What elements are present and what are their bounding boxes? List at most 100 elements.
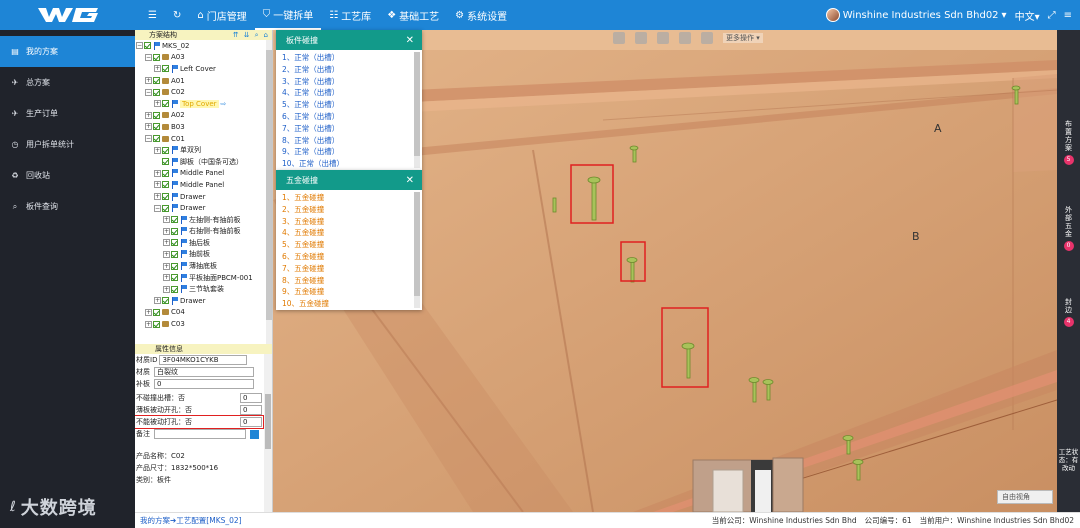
expand-icon[interactable]: + — [154, 193, 161, 201]
remark-field[interactable] — [154, 429, 246, 439]
collapse-icon[interactable]: − — [136, 42, 143, 50]
checkbox[interactable] — [162, 169, 169, 177]
tree-node[interactable]: + Middle Panel — [135, 168, 272, 180]
external-hardware-tab[interactable]: 外部五金 0 — [1057, 206, 1080, 251]
checkbox[interactable] — [171, 239, 178, 247]
expand-icon[interactable]: + — [145, 308, 152, 316]
checkbox[interactable] — [153, 320, 160, 328]
patch-field[interactable]: 0 — [154, 379, 254, 389]
expand-icon[interactable]: + — [154, 146, 161, 154]
expand-icon[interactable]: + — [145, 123, 152, 131]
list-item[interactable]: 1、五金碰撞 — [282, 192, 422, 204]
checkbox[interactable] — [162, 65, 169, 73]
breadcrumb-my-plans[interactable]: 我的方案 — [140, 516, 170, 525]
expand-icon[interactable]: + — [154, 297, 161, 305]
tree-node[interactable]: − C02 — [135, 86, 272, 98]
tree-node[interactable]: − Drawer — [135, 202, 272, 214]
breadcrumb-process-config[interactable]: 工艺配置[MKS_02] — [176, 516, 241, 525]
search-icon[interactable]: ⌕ — [255, 31, 259, 40]
checkbox[interactable] — [171, 216, 178, 224]
collapse-icon[interactable]: − — [145, 135, 152, 143]
checkbox[interactable] — [171, 227, 178, 235]
edge-banding-tab[interactable]: 封边 4 — [1057, 298, 1080, 327]
list-item[interactable]: 8、五金碰撞 — [282, 275, 422, 287]
edit-icon[interactable] — [250, 429, 259, 439]
list-item[interactable]: 7、五金碰撞 — [282, 263, 422, 275]
checkbox[interactable] — [153, 111, 160, 119]
user-menu[interactable]: Winshine Industries Sdn Bhd02 ▾ — [825, 8, 1007, 22]
tree-node[interactable]: 脚板（中国条可选） — [135, 156, 272, 168]
menu-toggle-button[interactable]: ☰ — [140, 0, 165, 30]
scroll-thumb[interactable] — [414, 52, 420, 156]
list-item[interactable]: 8、正常（出槽） — [282, 135, 422, 147]
list-item[interactable]: 9、正常（出槽） — [282, 146, 422, 158]
box-view-icon[interactable] — [613, 32, 625, 44]
lightning-icon[interactable] — [701, 32, 713, 44]
list-item[interactable]: 3、五金碰撞 — [282, 216, 422, 228]
checkbox[interactable] — [171, 274, 178, 282]
expand-icon[interactable]: + — [154, 100, 161, 108]
expand-icon[interactable]: + — [154, 65, 161, 73]
tree-node[interactable]: − A03 — [135, 52, 272, 64]
list-item[interactable]: 2、五金碰撞 — [282, 204, 422, 216]
checkbox[interactable] — [162, 204, 169, 212]
tree-node[interactable]: + B03 — [135, 121, 272, 133]
tree-node[interactable]: + 单双列 — [135, 144, 272, 156]
expand-icon[interactable]: + — [163, 285, 170, 293]
list-item[interactable]: 5、五金碰撞 — [282, 239, 422, 251]
tree-node[interactable]: + C03 — [135, 318, 272, 330]
tree-node[interactable]: + 平板抽面PBCM-001 — [135, 272, 272, 284]
list-item[interactable]: 7、正常（出槽） — [282, 123, 422, 135]
checkbox[interactable] — [162, 100, 169, 108]
nav-system-settings[interactable]: ⚙ 系统设置 — [447, 0, 515, 30]
layers-icon[interactable] — [657, 32, 669, 44]
tree-node[interactable]: + Drawer — [135, 191, 272, 203]
sidebar-item-total-plans[interactable]: ✈ 总方案 — [0, 67, 135, 98]
tree-node[interactable]: + C04 — [135, 307, 272, 319]
checkbox[interactable] — [153, 77, 160, 85]
expand-icon[interactable]: + — [145, 111, 152, 119]
tree-node[interactable]: + 左抽侧-有抽前板 — [135, 214, 272, 226]
expand-icon[interactable]: + — [154, 181, 161, 189]
list-item[interactable]: 4、五金碰撞 — [282, 227, 422, 239]
nav-process-library[interactable]: ☷ 工艺库 — [321, 0, 379, 30]
checkbox[interactable] — [162, 193, 169, 201]
expand-icon[interactable]: + — [163, 216, 170, 224]
list-item[interactable]: 6、正常（出槽） — [282, 111, 422, 123]
expand-icon[interactable]: + — [145, 320, 152, 328]
collapse-icon[interactable]: − — [154, 204, 161, 212]
language-select[interactable]: 中文▾ — [1015, 8, 1040, 23]
checkbox[interactable] — [171, 285, 178, 293]
refresh-button[interactable]: ↻ — [165, 0, 189, 30]
checkbox[interactable] — [162, 181, 169, 189]
expand-icon[interactable]: + — [154, 169, 161, 177]
property-scrollbar[interactable] — [264, 354, 272, 512]
list-item[interactable]: 10、正常（出槽） — [282, 158, 422, 170]
close-icon[interactable]: ✕ — [406, 175, 414, 186]
tree-node[interactable]: + Middle Panel — [135, 179, 272, 191]
target-icon[interactable] — [635, 32, 647, 44]
sidebar-item-recycle-bin[interactable]: ♻ 回收站 — [0, 160, 135, 191]
list-item[interactable]: 9、五金碰撞 — [282, 286, 422, 298]
thin-auto-field[interactable]: 0 — [240, 405, 262, 415]
checkbox[interactable] — [162, 146, 169, 154]
sidebar-item-my-plans[interactable]: ▤ 我的方案 — [0, 36, 135, 67]
app-logo[interactable] — [0, 0, 135, 30]
list-item[interactable]: 3、正常（出槽） — [282, 76, 422, 88]
list-item[interactable]: 6、五金碰撞 — [282, 251, 422, 263]
material-id-field[interactable]: 3F04MKO1CYKB — [159, 355, 248, 365]
checkbox[interactable] — [162, 158, 169, 166]
fullscreen-icon[interactable]: ⤢ — [1048, 10, 1056, 21]
scroll-thumb[interactable] — [266, 50, 272, 320]
collapse-icon[interactable]: − — [145, 88, 152, 96]
sidebar-item-user-stats[interactable]: ◷ 用户拆单统计 — [0, 129, 135, 160]
expand-icon[interactable]: ≡ — [1064, 10, 1072, 21]
no-drill-field[interactable]: 0 — [240, 417, 262, 427]
tree-node[interactable]: + 三节轨套装 — [135, 283, 272, 295]
tree-scrollbar[interactable] — [266, 40, 272, 344]
expand-icon[interactable]: + — [145, 77, 152, 85]
tree-node[interactable]: + Left Cover — [135, 63, 272, 75]
close-icon[interactable]: ✕ — [406, 35, 414, 46]
expand-icon[interactable]: + — [163, 262, 170, 270]
list-item[interactable]: 2、正常（出槽） — [282, 64, 422, 76]
